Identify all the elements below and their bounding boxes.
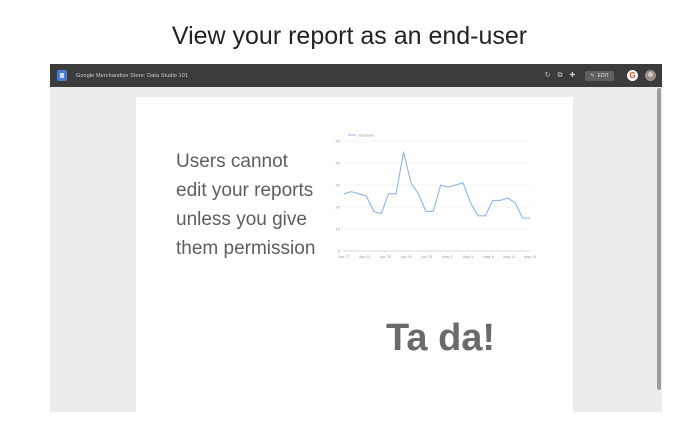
scrollbar[interactable] (657, 88, 661, 390)
report-toolbar: Google Merchandise Store: Data Studio 10… (50, 64, 662, 87)
x-tick-label: May 2 (442, 255, 452, 259)
browser-window: Google Merchandise Store: Data Studio 10… (50, 64, 662, 412)
pencil-icon: ✎ (590, 72, 595, 79)
y-tick-label: 10 (336, 227, 341, 232)
x-tick-label: May 14 (524, 255, 536, 259)
y-tick-label: 40 (336, 161, 341, 166)
share-icon[interactable]: ✚ (570, 72, 576, 79)
sessions-line-chart: 50 40 30 20 10 0Apr 17 Apr 20 Apr 23 Apr 26 Apr 2… (336, 132, 536, 259)
y-tick-label: 20 (336, 205, 341, 210)
tada-text: Ta da! (386, 317, 496, 359)
legend-label: Sessions (358, 132, 374, 137)
edit-button-label: EDIT (597, 72, 609, 79)
x-tick-label: May 5 (463, 255, 473, 259)
data-studio-logo-icon (57, 70, 67, 81)
x-tick-label: Apr 29 (421, 255, 432, 259)
x-tick-label: Apr 17 (338, 255, 349, 259)
refresh-icon[interactable]: ↻ (545, 72, 551, 79)
report-canvas: Users cannot edit your reports unless yo… (136, 97, 573, 412)
y-tick-label: 0 (338, 249, 341, 254)
avatar[interactable] (645, 70, 656, 81)
y-tick-label: 30 (336, 183, 341, 188)
report-title: Google Merchandise Store: Data Studio 10… (76, 72, 189, 79)
slide-title: View your report as an end-user (171, 22, 528, 50)
x-tick-label: May 11 (503, 255, 515, 259)
edit-button[interactable]: ✎ EDIT (585, 70, 614, 81)
google-account-icon[interactable]: G (627, 70, 638, 81)
x-tick-label: Apr 20 (359, 255, 370, 259)
x-tick-label: Apr 23 (380, 255, 391, 259)
y-tick-label: 50 (336, 139, 341, 144)
toolbar-actions: ↻ ⧉ ✚ ✎ EDIT G (545, 64, 656, 87)
copy-icon[interactable]: ⧉ (558, 72, 563, 79)
report-body-text: Users cannot edit your reports unless yo… (176, 151, 316, 259)
x-tick-label: Apr 26 (400, 255, 411, 259)
x-tick-label: May 8 (483, 255, 493, 259)
